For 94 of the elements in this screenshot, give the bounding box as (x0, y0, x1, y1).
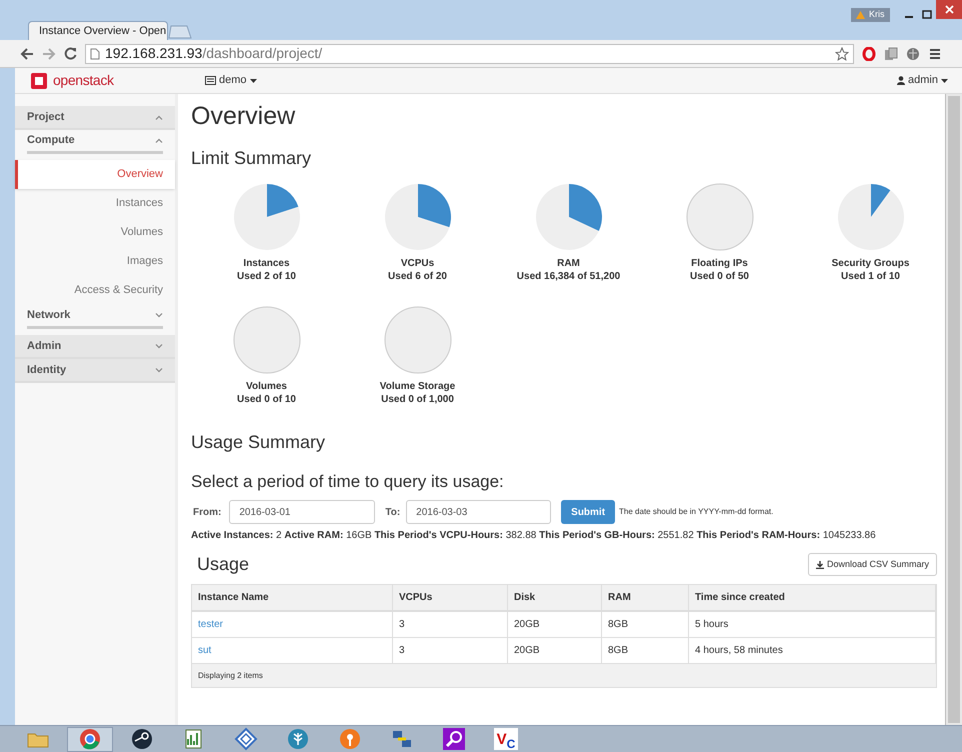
column-header: RAM (602, 585, 689, 610)
back-icon[interactable] (20, 48, 34, 60)
sidebar-link[interactable]: Images (15, 247, 175, 276)
page-icon (90, 48, 100, 60)
table-cell: 8GB (602, 612, 689, 637)
sidebar-section[interactable]: Admin (15, 335, 175, 359)
user-menu[interactable]: admin (897, 72, 948, 89)
download-button[interactable]: Download CSV Summary (808, 553, 937, 576)
sidebar-section[interactable]: Network (27, 305, 163, 329)
menu-icon[interactable] (928, 46, 942, 60)
usage-stats: Active Instances: 2 Active RAM: 16GB This Period's VCPU-Hours: 382.88 This Period's GB-Hours: 2551.82 This Period's RAM-Hours: 1045233.86 (191, 529, 877, 543)
round-logo-icon (78, 727, 102, 751)
quota-name: Floating IPs (691, 257, 748, 270)
download-icon (816, 560, 824, 568)
tree-icon (286, 727, 310, 751)
close-icon (944, 5, 954, 14)
column-header: Disk (508, 585, 602, 610)
user-profile-badge[interactable]: Kris (851, 8, 890, 22)
quota-name: VCPUs (400, 257, 434, 270)
quota-usage: Used 6 of 20 (388, 270, 447, 283)
search-icon (442, 727, 466, 751)
quota-usage: Used 0 of 10 (237, 393, 296, 406)
pie-slice (233, 306, 300, 374)
instance-link[interactable]: sut (198, 643, 212, 658)
sidebar-section[interactable]: Compute (27, 130, 163, 154)
chevron-down-icon (155, 344, 163, 348)
star-icon[interactable] (835, 46, 849, 60)
quota-name: Volumes (246, 380, 287, 393)
quota-name: RAM (557, 257, 580, 270)
warning-icon (856, 11, 865, 19)
column-header: Time since created (689, 585, 936, 610)
table-cell: 5 hours (689, 612, 936, 637)
quota-usage: Used 1 of 10 (841, 270, 900, 283)
instance-link[interactable]: tester (198, 617, 224, 632)
field-label: From: (193, 506, 222, 520)
section-title: Usage (197, 553, 250, 576)
pie-slice (384, 306, 451, 374)
sidebar-section[interactable]: Identity (15, 359, 175, 383)
submit-button[interactable]: Submit (561, 500, 616, 524)
chevron-down-icon (155, 368, 163, 372)
page-title: Overview (191, 101, 296, 132)
quota-usage: Used 0 of 1,000 (381, 393, 454, 406)
format-hint: The date should be in YYYY-mm-dd format. (619, 506, 774, 518)
date-field[interactable]: 2016-03-03 (406, 500, 552, 524)
quota-usage: Used 2 of 10 (237, 270, 296, 283)
person-icon (897, 76, 906, 85)
quota-name: Instances (243, 257, 290, 270)
table-cell: 4 hours, 58 minutes (689, 638, 936, 663)
address-bar[interactable]: 192.168.231.93/dashboard/project/ (85, 44, 854, 64)
chevron-up-icon (155, 114, 163, 120)
dark-disc-icon (130, 727, 154, 751)
column-header: VCPUs (393, 585, 508, 610)
list-icon (205, 76, 216, 85)
table-cell: 20GB (508, 612, 602, 637)
diamond-icon (234, 727, 258, 751)
quota-name: Security Groups (832, 257, 910, 270)
reload-icon[interactable] (64, 47, 77, 60)
maximize-icon[interactable] (922, 10, 932, 20)
project-menu[interactable]: demo (205, 72, 257, 89)
keyhole-icon (338, 727, 362, 751)
quota-usage: Used 0 of 50 (690, 270, 749, 283)
pie-slice (686, 184, 753, 250)
sidebar-link[interactable]: Access & Security (15, 276, 175, 305)
tab-title: Instance Overview - Open (39, 24, 166, 39)
scrollbar[interactable] (945, 94, 962, 725)
section-title: Usage Summary (191, 431, 326, 454)
table-cell: 8GB (602, 638, 689, 663)
table-cell: 20GB (508, 638, 602, 663)
column-header: Instance Name (192, 585, 393, 610)
quota-usage: Used 16,384 of 51,200 (516, 270, 620, 283)
url-text: 192.168.231.93/dashboard/project/ (105, 44, 322, 63)
sidebar-link[interactable]: Overview (15, 160, 175, 189)
sidebar-link[interactable]: Instances (15, 189, 175, 218)
table-footer: Displaying 2 items (198, 670, 263, 682)
browser-tab[interactable]: Instance Overview - Open (28, 21, 168, 40)
field-label: To: (385, 506, 400, 520)
caret-icon (250, 78, 257, 82)
globe-icon[interactable] (906, 46, 920, 60)
query-heading: Select a period of time to query its usage: (191, 471, 505, 493)
table-cell: 3 (393, 638, 508, 663)
openstack-logo[interactable]: openstack (31, 70, 205, 91)
sidebar-link[interactable]: Volumes (15, 218, 175, 247)
date-field[interactable]: 2016-03-01 (229, 500, 376, 524)
sidebar-section[interactable]: Project (15, 106, 175, 130)
chevron-up-icon (155, 138, 163, 143)
pages-icon[interactable] (884, 46, 898, 60)
logo-icon (31, 72, 47, 88)
chevron-down-icon (155, 313, 163, 318)
section-title: Limit Summary (191, 147, 312, 170)
table-cell: 3 (393, 612, 508, 637)
quota-name: Volume Storage (380, 380, 456, 393)
caret-icon (941, 78, 948, 82)
close-button[interactable] (936, 0, 962, 19)
ring-icon[interactable] (862, 46, 876, 60)
